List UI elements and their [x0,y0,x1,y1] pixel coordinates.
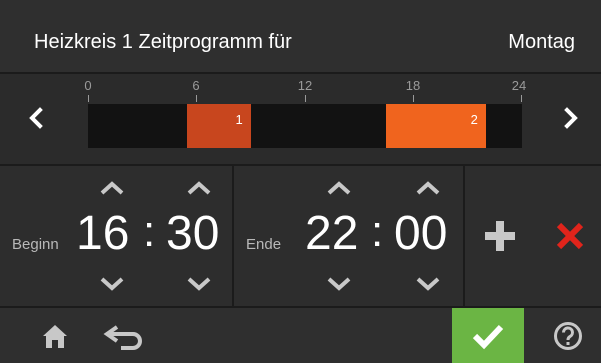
chevron-down-icon [100,277,124,291]
confirm-button[interactable] [452,308,524,363]
begin-minutes[interactable]: 30 [166,206,219,262]
tick-label: 18 [405,78,421,93]
question-icon [554,321,582,350]
end-minutes[interactable]: 00 [394,206,447,262]
checkmark-icon [472,324,504,349]
chevron-down-icon [327,277,351,291]
tick-mark [305,95,306,102]
add-segment-button[interactable] [475,211,525,261]
begin-hours[interactable]: 16 [76,206,129,262]
tick-mark [413,95,414,102]
begin-minute-down-button[interactable] [181,272,217,296]
begin-hour-up-button[interactable] [94,176,130,200]
page-title: Heizkreis 1 Zeitprogramm für [34,31,292,53]
chevron-up-icon [100,181,124,195]
begin-minute-up-button[interactable] [181,176,217,200]
tick-label: 6 [192,78,200,93]
time-setting-section: Beginn 16 : 30 Ende 22 : 00 [0,166,601,306]
end-hour-up-button[interactable] [321,176,357,200]
tick-mark [88,95,89,102]
begin-panel: Beginn 16 : 30 [0,166,232,306]
home-icon [43,324,67,348]
chevron-up-icon [416,181,440,195]
end-separator: : [371,207,384,256]
segment-label: 1 [235,112,243,127]
tick-label: 0 [84,78,92,93]
x-icon [556,222,584,250]
chevron-up-icon [187,181,211,195]
back-button[interactable] [95,308,155,363]
previous-segment-button[interactable] [16,98,56,138]
schedule-segment-1[interactable]: 1 [187,104,251,148]
timeline-section: 0 6 12 18 24 12 [0,74,601,164]
chevron-left-icon [29,107,43,129]
end-minute-down-button[interactable] [410,272,446,296]
tick-mark [196,95,197,102]
segment-label: 2 [470,112,478,127]
help-button[interactable] [535,308,601,363]
chevron-down-icon [416,277,440,291]
home-button[interactable] [30,308,80,363]
end-minute-up-button[interactable] [410,176,446,200]
actions-panel [465,166,601,306]
chevron-right-icon [564,107,578,129]
delete-segment-button[interactable] [545,211,595,261]
chevron-down-icon [187,277,211,291]
end-hours[interactable]: 22 [305,206,358,262]
schedule-segment-2[interactable]: 2 [386,104,486,148]
begin-separator: : [143,207,156,256]
plus-icon [485,221,515,251]
tick-mark [521,95,522,102]
chevron-up-icon [327,181,351,195]
end-panel: Ende 22 : 00 [234,166,463,306]
end-hour-down-button[interactable] [321,272,357,296]
next-segment-button[interactable] [551,98,591,138]
footer-bar [0,308,601,363]
day-selector[interactable]: Montag [508,30,575,54]
tick-label: 12 [297,78,313,93]
begin-label: Beginn [12,236,59,253]
time-program-screen: Heizkreis 1 Zeitprogramm für Montag 0 6 … [0,0,601,363]
begin-hour-down-button[interactable] [94,272,130,296]
back-arrow-icon [103,324,142,350]
end-label: Ende [246,236,282,253]
header-bar: Heizkreis 1 Zeitprogramm für Montag [0,0,601,72]
timeline-bar: 12 [88,104,522,148]
tick-label: 24 [511,78,527,93]
